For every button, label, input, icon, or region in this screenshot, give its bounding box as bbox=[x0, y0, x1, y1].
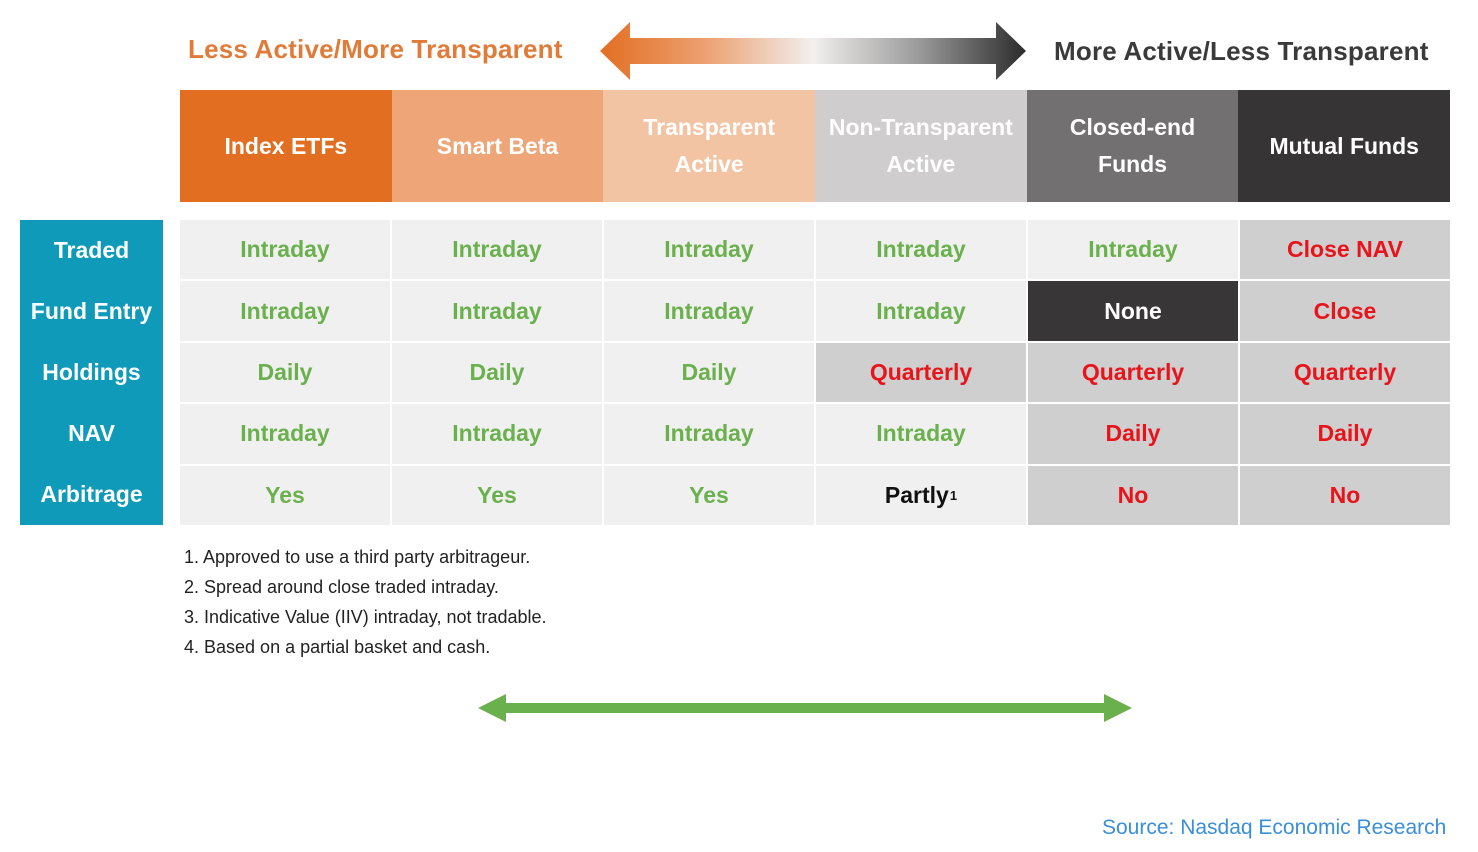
cell-value: Close NAV bbox=[1287, 236, 1403, 263]
cell-value: No bbox=[1329, 481, 1361, 508]
column-header: Smart Beta bbox=[391, 90, 604, 202]
table-cell: Intraday bbox=[392, 220, 602, 280]
table-cell: Daily bbox=[1028, 404, 1238, 464]
cell-value: Quarterly bbox=[869, 358, 973, 385]
cell-value: No bbox=[1117, 481, 1149, 508]
footnote: 4. Based on a partial basket and cash. bbox=[184, 637, 491, 657]
comparison-table: Intraday Intraday Intraday Intraday Intraday… bbox=[180, 220, 1450, 525]
column-header-line: Funds bbox=[1098, 151, 1168, 177]
row-header: Arbitrage bbox=[40, 481, 143, 507]
column-header-line: Active bbox=[674, 151, 744, 177]
table-cell: Daily bbox=[1240, 404, 1450, 464]
cell-value: Intraday bbox=[664, 297, 754, 324]
table-cell: Close NAV bbox=[1240, 220, 1450, 280]
cell-value: Intraday bbox=[876, 420, 966, 447]
source-credit: Source: Nasdaq Economic Research bbox=[1102, 816, 1447, 839]
table-cell: Intraday bbox=[816, 281, 1026, 341]
green-double-headed-arrow-icon bbox=[478, 694, 1132, 722]
table-cell: Intraday bbox=[604, 281, 814, 341]
table-cell: Yes bbox=[604, 465, 814, 525]
table-cell: Quarterly bbox=[816, 342, 1026, 403]
table-cell: Intraday bbox=[816, 220, 1026, 280]
cell-value: Daily bbox=[681, 358, 737, 385]
column-header-line: Non-Transparent bbox=[828, 114, 1013, 140]
table-cell: Yes bbox=[392, 465, 602, 525]
footnote: 1. Approved to use a third party arbitra… bbox=[184, 547, 531, 567]
table-cell: None bbox=[1028, 281, 1238, 341]
table-cell: Daily bbox=[180, 342, 390, 403]
column-header-line: Smart Beta bbox=[436, 132, 559, 159]
column-header: Mutual Funds bbox=[1238, 90, 1451, 202]
cell-value: Yes bbox=[477, 481, 517, 508]
cell-value: Intraday bbox=[452, 297, 542, 324]
table-cell: Daily bbox=[604, 342, 814, 403]
table-cell: Intraday bbox=[392, 404, 602, 464]
cell-value: Quarterly bbox=[1081, 358, 1185, 385]
cell-value: Close bbox=[1313, 297, 1377, 324]
cell-value: Intraday bbox=[876, 297, 966, 324]
row-header: NAV bbox=[68, 420, 115, 446]
cell-value: Intraday bbox=[240, 236, 330, 263]
cell-value: Intraday bbox=[1088, 236, 1178, 263]
table-cell: Quarterly bbox=[1028, 342, 1238, 403]
cell-value: Intraday bbox=[452, 236, 542, 263]
row-header: Fund Entry bbox=[30, 298, 153, 324]
table-cell: No bbox=[1240, 465, 1450, 525]
cell-value: Intraday bbox=[876, 236, 966, 263]
cell-value: Intraday bbox=[452, 420, 542, 447]
cell-value: Intraday bbox=[240, 297, 330, 324]
row-header-column: Traded Fund Entry Holdings NAV Arbitrage bbox=[20, 220, 163, 525]
column-header: Closed-end Funds bbox=[1026, 90, 1239, 202]
column-header-line: Closed-end bbox=[1069, 114, 1196, 140]
table-cell: Intraday bbox=[180, 281, 390, 341]
footnote: 2. Spread around close traded intraday. bbox=[184, 577, 499, 597]
table-cell: Close bbox=[1240, 281, 1450, 341]
cell-value: Yes bbox=[689, 481, 729, 508]
table-cell: Intraday bbox=[604, 220, 814, 280]
table-cell: Intraday bbox=[180, 220, 390, 280]
less-active-label: Less Active/More Transparent bbox=[188, 34, 563, 64]
double-headed-gradient-arrow-icon bbox=[600, 22, 1026, 80]
cell-value: Yes bbox=[265, 481, 305, 508]
column-header-line: Mutual Funds bbox=[1269, 132, 1419, 159]
cell-value: Daily bbox=[1105, 420, 1161, 447]
cell-value: Daily bbox=[257, 358, 313, 385]
column-header: Index ETFs bbox=[180, 90, 392, 202]
column-header: Non-Transparent Active bbox=[815, 90, 1027, 202]
cell-value: Daily bbox=[469, 358, 525, 385]
column-header-line: Active bbox=[886, 151, 956, 177]
table-cell: Intraday bbox=[1028, 220, 1238, 280]
column-header: Transparent Active bbox=[603, 90, 816, 202]
cell-value: None bbox=[1104, 297, 1162, 324]
table-cell: Intraday bbox=[604, 404, 814, 464]
column-header-line: Index ETFs bbox=[224, 132, 348, 159]
footnote-marker: 1 bbox=[949, 487, 958, 503]
table-cell: Quarterly bbox=[1240, 342, 1450, 403]
table-cell: Intraday bbox=[392, 281, 602, 341]
fund-type-header: Index ETFs Smart Beta Transparent Active Non… bbox=[180, 90, 1451, 202]
table-cell: Daily bbox=[392, 342, 602, 403]
footnote: 3. Indicative Value (IIV) intraday, not … bbox=[184, 607, 547, 627]
column-header-line: Transparent bbox=[643, 114, 775, 140]
table-cell: No bbox=[1028, 465, 1238, 525]
cell-value: Daily bbox=[1317, 420, 1373, 447]
table-cell: Intraday bbox=[816, 404, 1026, 464]
footnotes: 1. Approved to use a third party arbitra… bbox=[184, 542, 547, 662]
more-active-label: More Active/Less Transparent bbox=[1054, 36, 1429, 66]
cell-value: Intraday bbox=[664, 420, 754, 447]
table-cell: Intraday bbox=[180, 404, 390, 464]
cell-value: Intraday bbox=[240, 420, 330, 447]
row-header: Holdings bbox=[42, 359, 141, 385]
row-header: Traded bbox=[53, 237, 130, 263]
cell-value: Partly bbox=[884, 481, 949, 508]
cell-value: Quarterly bbox=[1293, 358, 1397, 385]
table-cell: Partly 1 bbox=[816, 465, 1026, 525]
table-cell: Yes bbox=[180, 465, 390, 525]
cell-value: Intraday bbox=[664, 236, 754, 263]
